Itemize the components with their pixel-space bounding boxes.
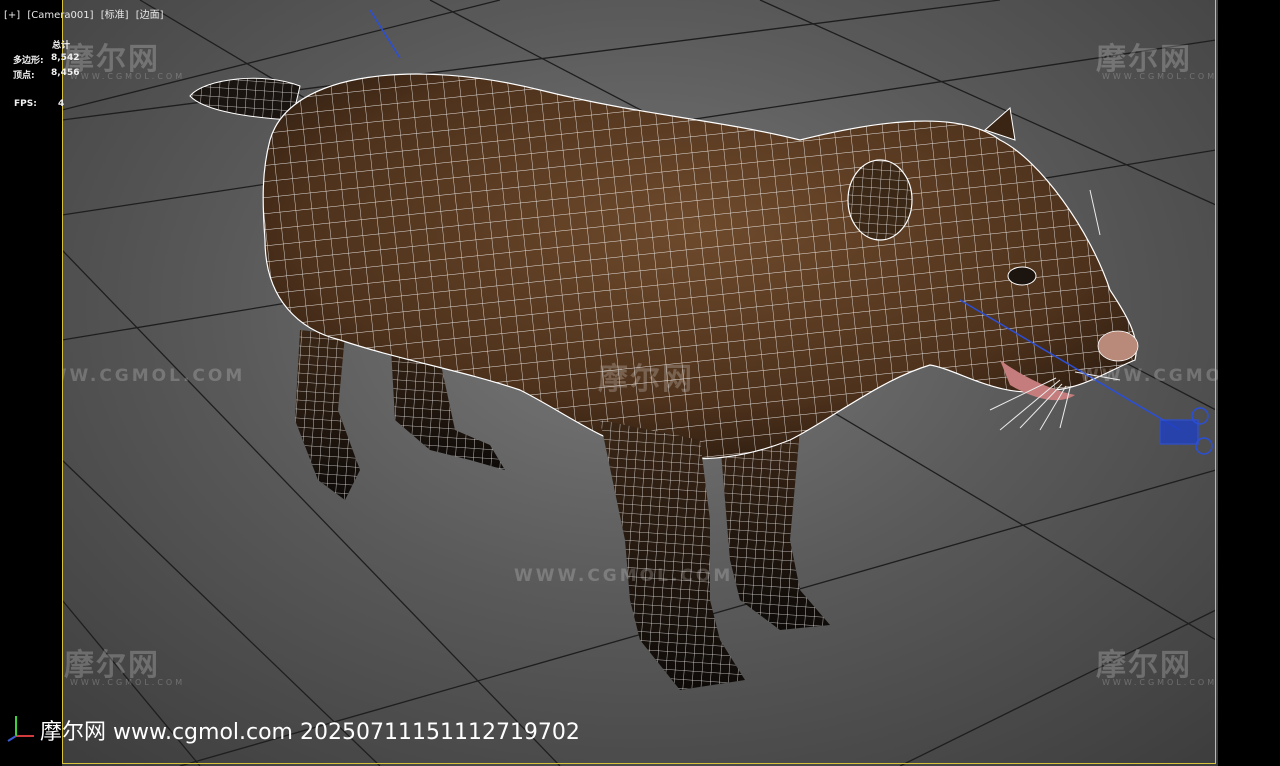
axis-gizmo-icon [7, 716, 34, 742]
watermark-sub: WWW.CGMOL.COM [1102, 72, 1218, 81]
watermark-sub: WWW.CGMOL.COM [70, 72, 186, 81]
eye [1007, 266, 1037, 286]
right-margin [1218, 0, 1280, 766]
stats-vertices-label: 顶点: [13, 71, 35, 81]
3d-viewport[interactable]: 摩尔网 WWW.CGMOL.COM 摩尔网 WWW.CGMOL.COM 摩尔网 … [0, 0, 1280, 766]
viewport-label-menu[interactable]: [+] [Camera001] [标准] [边面] [4, 6, 168, 21]
stats-polygons-value: 8,542 [51, 53, 80, 63]
watermark-brand: 摩尔网 [598, 362, 694, 397]
stats-fps-value: 4 [58, 99, 65, 109]
stats-fps-label: FPS: [14, 99, 37, 109]
viewport-camera-menu[interactable]: [Camera001] [27, 10, 93, 21]
nose [1097, 330, 1139, 362]
viewport-shading-menu[interactable]: [标准] [101, 10, 129, 21]
viewport-plus-menu[interactable]: [+] [4, 10, 20, 21]
stats-polygons-label: 多边形: [13, 56, 44, 66]
watermark-sub: WWW.CGMOL.COM [1102, 678, 1218, 687]
viewport-display-menu[interactable]: [边面] [136, 10, 164, 21]
watermark-mid: WWW.CGMOL.COM [514, 566, 734, 586]
watermark-sub: WWW.CGMOL.COM [70, 678, 186, 687]
stats-vertices-value: 8,456 [51, 68, 80, 78]
left-margin [0, 0, 62, 766]
watermark-footer: 摩尔网 www.cgmol.com 20250711151112719702 [40, 720, 580, 745]
stats-total-label: 总计 [52, 41, 71, 51]
